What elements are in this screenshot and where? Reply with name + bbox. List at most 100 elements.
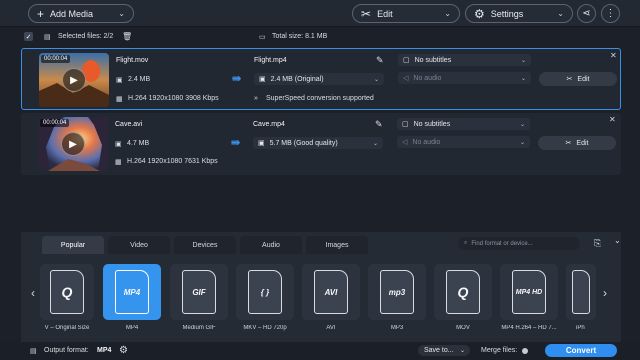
film-icon: ▣: [116, 77, 123, 84]
iphone-format-icon: [572, 270, 590, 314]
status-bar: ▤ Output format: MP4 ⚙ Merge files:: [0, 342, 640, 360]
file-edit-label: Edit: [576, 139, 589, 147]
quicktime-format-icon: Q: [50, 270, 84, 314]
avi-format-icon: AVI: [314, 270, 348, 314]
tab-images[interactable]: Images: [306, 236, 368, 254]
output-size: 5.7 MB (Good quality): [269, 139, 338, 147]
file-edit-button[interactable]: ✂ Edit: [538, 136, 616, 150]
chevron-down-icon: ⌄: [459, 348, 465, 354]
pencil-icon[interactable]: ✎: [376, 55, 384, 66]
trash-icon[interactable]: 🗑: [122, 32, 132, 41]
mkv-format-icon: { }: [248, 270, 282, 314]
scroll-right-icon[interactable]: ›: [603, 286, 607, 300]
format-label: MP4 H.264 – HD 7...: [501, 325, 557, 331]
tools-icon: ✂: [566, 76, 573, 83]
file-card[interactable]: 00:00:04 ▶ Cave.avi ▣ 4.7 MB ▦ H.264 192…: [21, 113, 621, 175]
save-to-label: Save to...: [424, 347, 454, 354]
output-filename[interactable]: Cave.mp4: [253, 121, 285, 128]
subtitles-value: No subtitles: [414, 56, 452, 64]
selected-files-label: Selected files: 2/2: [58, 33, 114, 40]
format-tile[interactable]: MP4: [103, 264, 161, 320]
output-size: 2.4 MB (Original): [270, 75, 324, 83]
audio-value: No audio: [412, 138, 441, 146]
chevron-down-icon: ⌄: [520, 75, 526, 82]
share-button[interactable]: ⋖: [577, 4, 596, 23]
format-label: iPh: [576, 325, 585, 331]
share-icon: ⋖: [582, 8, 591, 19]
output-format-value: MP4: [97, 347, 112, 354]
mp3-format-icon: mp3: [380, 270, 414, 314]
format-label: MKV – HD 720p: [243, 325, 287, 331]
audio-select[interactable]: ◁ No audio ⌄: [397, 136, 530, 148]
settings-label: Settings: [490, 8, 524, 19]
subtitles-select[interactable]: ▢ No subtitles ⌄: [397, 118, 530, 130]
lightning-icon: »: [254, 95, 258, 102]
format-tile[interactable]: MP4 HD: [500, 264, 558, 320]
format-tile[interactable]: AVI: [302, 264, 360, 320]
total-size-label: Total size: 8.1 MB: [272, 33, 328, 40]
format-tile[interactable]: mp3: [368, 264, 426, 320]
codec-icon: ▦: [116, 96, 123, 103]
chevron-down-icon: ⌄: [118, 9, 125, 18]
output-size-select[interactable]: ▣ 2.4 MB (Original) ⌄: [254, 73, 384, 85]
chevron-down-icon: ⌄: [557, 9, 564, 18]
pencil-icon[interactable]: ✎: [375, 119, 383, 130]
subtitles-icon: ▢: [402, 121, 409, 128]
convert-button[interactable]: Convert: [545, 344, 617, 357]
tab-audio[interactable]: Audio: [240, 236, 302, 254]
format-tile[interactable]: Q: [40, 264, 94, 320]
search-placeholder: Find format or device...: [471, 240, 533, 247]
output-filename[interactable]: Flight.mp4: [254, 57, 287, 64]
export-icon[interactable]: ⎘: [594, 238, 601, 249]
audio-icon: ◁: [403, 75, 409, 82]
video-thumbnail[interactable]: 00:00:04 ▶: [39, 53, 109, 107]
audio-select[interactable]: ◁ No audio ⌄: [398, 72, 531, 84]
add-media-button[interactable]: + Add Media ⌄: [28, 4, 134, 23]
mp4-format-icon: MP4: [115, 270, 149, 314]
source-info: H.264 1920x1080 3908 Kbps: [128, 95, 219, 102]
codec-icon: ▦: [115, 159, 122, 166]
output-format-icon: ▤: [30, 348, 37, 355]
format-tile[interactable]: { }: [236, 264, 294, 320]
convert-arrow-icon: ⇛: [232, 73, 242, 85]
select-all-checkbox[interactable]: ✓: [24, 32, 33, 41]
tab-video[interactable]: Video: [108, 236, 170, 254]
scroll-left-icon[interactable]: ‹: [31, 286, 35, 300]
file-card[interactable]: 00:00:04 ▶ Flight.mov ▣ 2.4 MB ▦ H.264 1…: [21, 48, 621, 110]
file-edit-button[interactable]: ✂ Edit: [539, 72, 617, 86]
film-icon: ▣: [259, 76, 266, 83]
more-options-button[interactable]: ⋮: [601, 4, 620, 23]
merge-files-label: Merge files:: [481, 347, 518, 354]
format-label: AVI: [326, 325, 336, 331]
tab-popular[interactable]: Popular: [42, 236, 104, 254]
close-icon[interactable]: ✕: [609, 115, 616, 124]
collapse-chevron-icon[interactable]: ⌄: [614, 236, 621, 245]
settings-button[interactable]: ⚙ Settings ⌄: [465, 4, 573, 23]
edit-button[interactable]: ✂ Edit ⌄: [352, 4, 460, 23]
format-search-input[interactable]: ⌕ Find format or device...: [458, 237, 580, 250]
play-icon[interactable]: ▶: [61, 132, 85, 156]
edit-label: Edit: [377, 8, 393, 19]
source-size: 4.7 MB: [127, 140, 150, 147]
format-tile[interactable]: GIF: [170, 264, 228, 320]
play-icon[interactable]: ▶: [62, 68, 86, 92]
plus-icon: +: [37, 6, 45, 21]
format-label: Medium GIF: [182, 325, 216, 331]
gear-icon[interactable]: ⚙: [119, 345, 128, 356]
audio-icon: ◁: [402, 139, 408, 146]
close-icon[interactable]: ✕: [610, 51, 617, 60]
source-filename: Cave.avi: [115, 121, 143, 128]
save-to-button[interactable]: Save to... ⌄: [418, 345, 470, 356]
more-icon: ⋮: [605, 8, 616, 19]
tab-devices[interactable]: Devices: [174, 236, 236, 254]
format-tile[interactable]: Q: [434, 264, 492, 320]
subtitles-icon: ▢: [403, 57, 410, 64]
superspeed-label: SuperSpeed conversion supported: [266, 95, 374, 102]
folder-icon: ▤: [44, 34, 51, 41]
mp4-hd-format-icon: MP4 HD: [512, 270, 546, 314]
subtitles-select[interactable]: ▢ No subtitles ⌄: [398, 54, 531, 66]
merge-files-toggle[interactable]: [522, 348, 528, 354]
video-thumbnail[interactable]: 00:00:04 ▶: [38, 117, 108, 171]
format-tile[interactable]: [566, 264, 596, 320]
output-size-select[interactable]: ▣ 5.7 MB (Good quality) ⌄: [253, 137, 383, 149]
